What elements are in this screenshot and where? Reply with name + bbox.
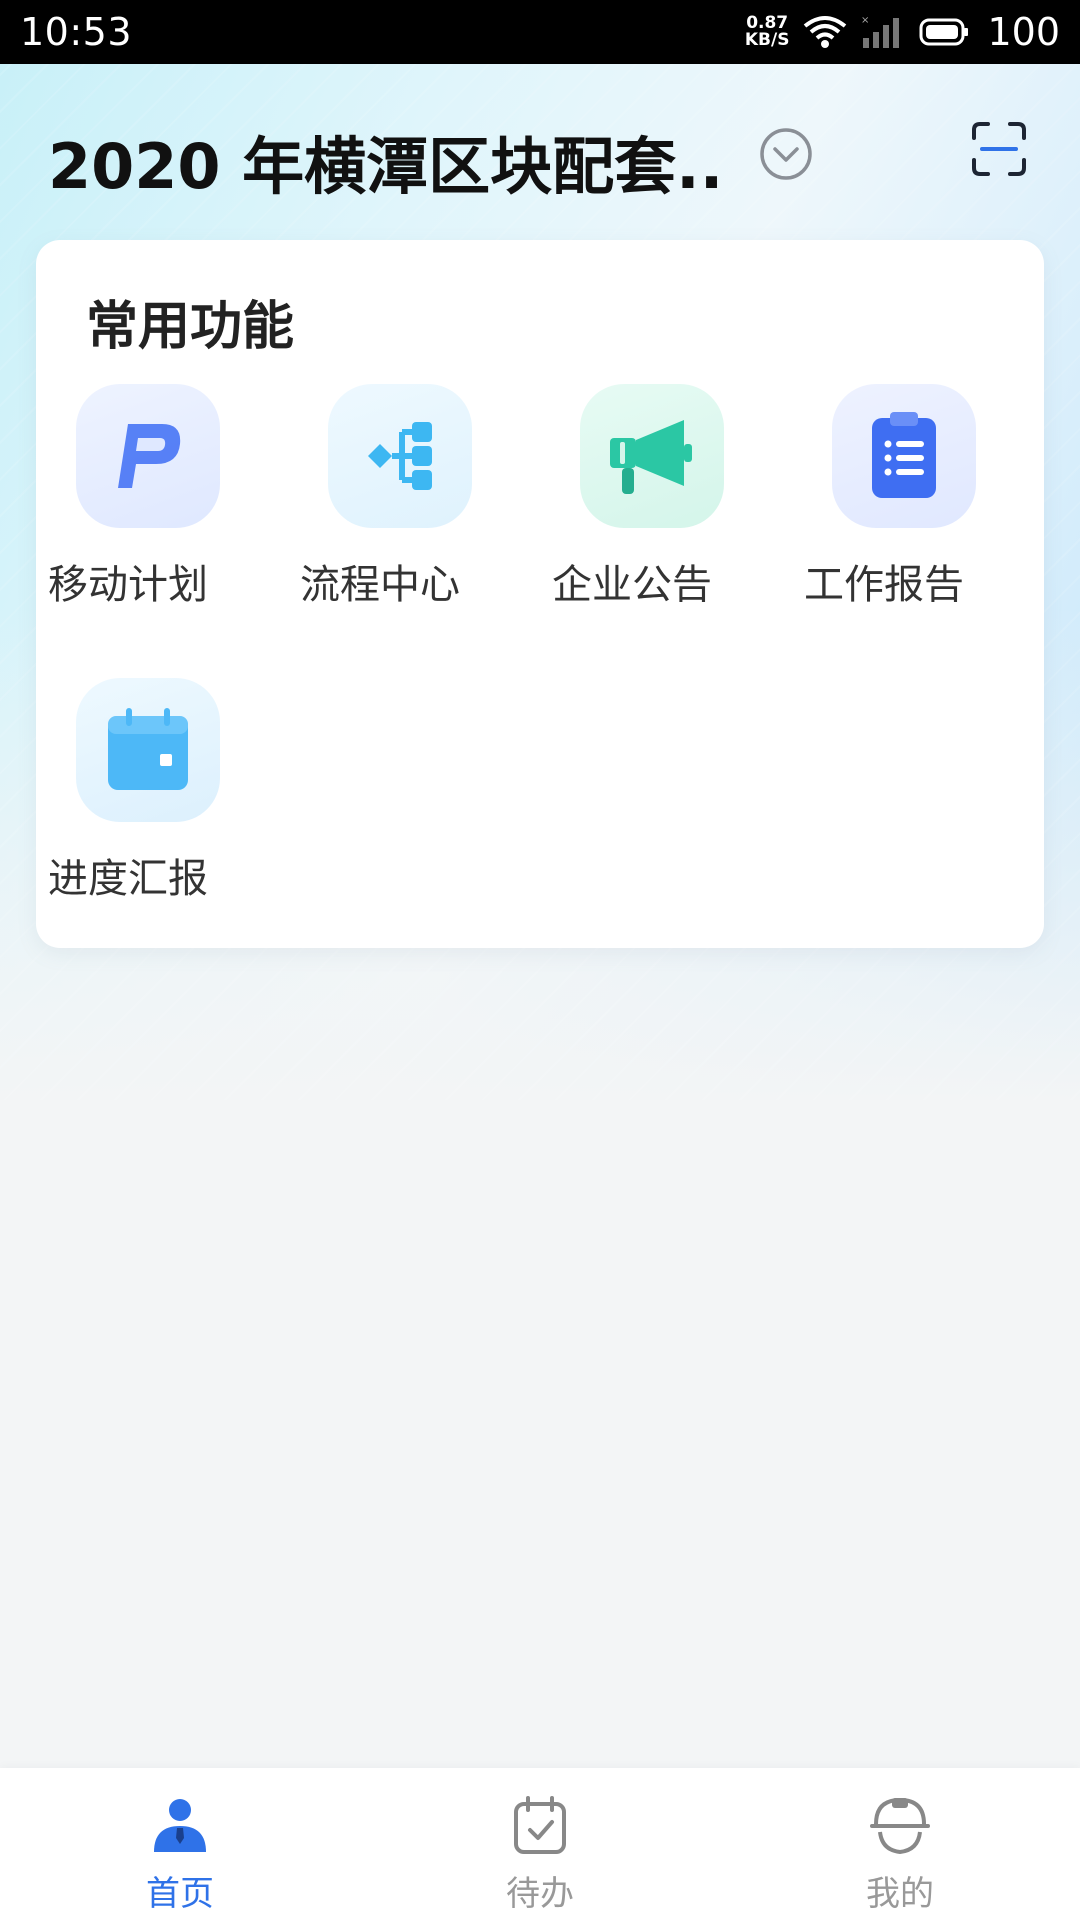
nav-item-todo[interactable]: 待办 [360, 1768, 720, 1920]
network-speed-unit: KB/S [744, 30, 790, 50]
network-speed: 0.87 KB/S [745, 15, 790, 49]
home-user-icon [154, 1799, 206, 1852]
calendar-icon [76, 678, 220, 822]
nav-label-todo: 待办 [506, 1874, 574, 1914]
battery-icon [919, 18, 969, 46]
flow-icon [328, 384, 472, 528]
status-time: 10:53 [20, 10, 133, 54]
feature-label: 流程中心 [300, 562, 460, 608]
nav-item-mine[interactable]: 我的 [720, 1768, 1080, 1920]
clipboard-icon [832, 384, 976, 528]
app-header: 2020 年横潭区块配套... [0, 64, 1080, 240]
feature-label: 企业公告 [552, 562, 712, 608]
nav-item-home[interactable]: 首页 [0, 1768, 360, 1920]
p-logo-icon [76, 384, 220, 528]
common-functions-title: 常用功能 [86, 297, 295, 357]
helmet-icon [870, 1797, 930, 1855]
scan-icon[interactable] [970, 120, 1028, 178]
common-functions-card: 常用功能 移动计划 流程中心 企业公告 工作报告 进度汇报 [36, 240, 1044, 948]
status-bar: 10:53 0.87 KB/S × 100 [0, 0, 1080, 64]
nav-label-mine: 我的 [866, 1874, 934, 1914]
feature-label: 移动计划 [48, 562, 208, 608]
wifi-icon [804, 16, 847, 48]
status-icons: 0.87 KB/S × 100 [745, 10, 1060, 54]
feature-label: 进度汇报 [48, 856, 208, 902]
feature-company-announcement[interactable]: 企业公告 [540, 384, 740, 614]
svg-text:×: × [861, 15, 869, 26]
chevron-down-circle-icon[interactable] [758, 126, 814, 182]
feature-progress-report[interactable]: 进度汇报 [36, 678, 236, 908]
cellular-signal-icon: × [861, 15, 900, 48]
feature-process-center[interactable]: 流程中心 [288, 384, 488, 614]
feature-work-report[interactable]: 工作报告 [792, 384, 992, 614]
project-title[interactable]: 2020 年横潭区块配套... [48, 116, 728, 206]
megaphone-icon [580, 384, 724, 528]
battery-level: 100 [987, 10, 1060, 54]
todo-calendar-icon [514, 1796, 566, 1854]
feature-label: 工作报告 [804, 562, 964, 608]
feature-mobile-plan[interactable]: 移动计划 [36, 384, 236, 614]
bottom-navigation: 首页 待办 我的 [0, 1768, 1080, 1920]
nav-label-home: 首页 [146, 1874, 214, 1914]
